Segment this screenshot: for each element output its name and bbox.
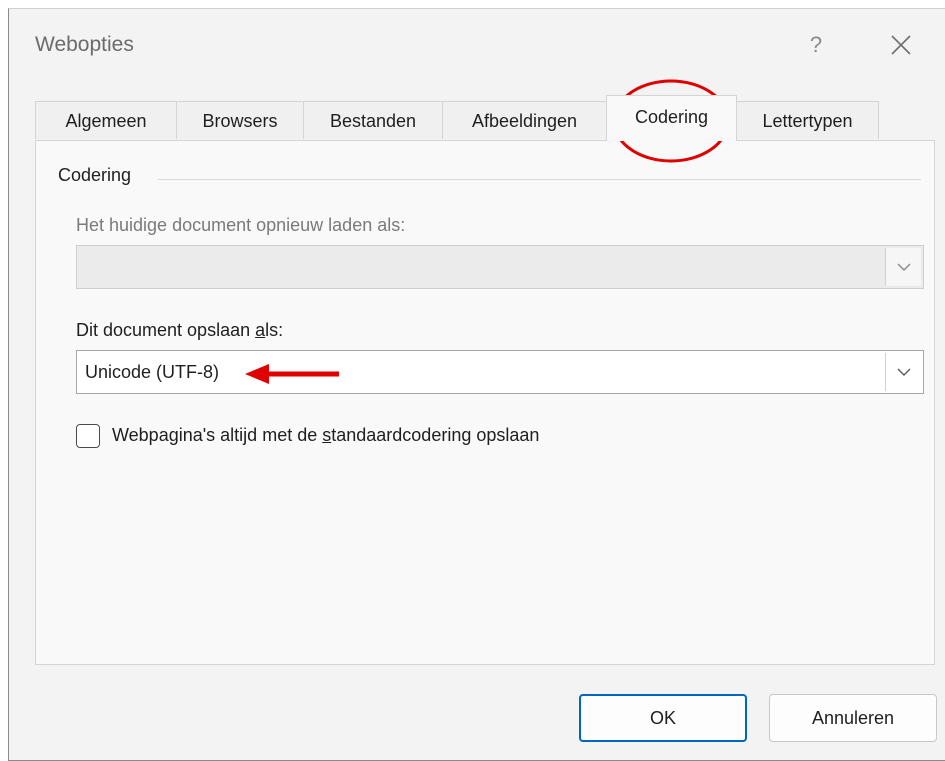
default-encoding-checkbox[interactable] <box>76 424 100 448</box>
checkbox-label-accel: s <box>322 425 332 445</box>
tab-lettertypen[interactable]: Lettertypen <box>736 101 879 139</box>
webopties-dialog: Webopties ? Algemeen Browsers Bestanden … <box>8 8 945 761</box>
save-encoding-dropdown[interactable]: Unicode (UTF-8) <box>76 350 924 394</box>
tab-bestanden[interactable]: Bestanden <box>303 101 443 139</box>
save-dropdown-button[interactable] <box>885 353 921 391</box>
dialog-title: Webopties <box>35 33 134 56</box>
help-button[interactable]: ? <box>801 29 831 61</box>
annotation-arrow <box>245 364 339 384</box>
tab-afbeeldingen[interactable]: Afbeeldingen <box>442 101 607 139</box>
tab-browsers[interactable]: Browsers <box>176 101 304 139</box>
save-as-label-text: Dit document opslaan <box>76 320 256 340</box>
close-icon <box>891 35 911 55</box>
checkbox-label-rest: tandaardcodering opslaan <box>331 425 540 445</box>
reload-dropdown-button <box>885 248 921 286</box>
reload-encoding-dropdown <box>76 245 924 289</box>
group-divider <box>158 179 921 180</box>
chevron-down-icon <box>897 263 911 271</box>
cancel-button[interactable]: Annuleren <box>769 694 937 742</box>
save-as-label: Dit document opslaan als: <box>76 320 283 341</box>
save-as-label-accel: a <box>255 320 266 340</box>
group-label-codering: Codering <box>58 165 132 185</box>
tab-algemeen[interactable]: Algemeen <box>35 101 177 139</box>
codering-panel: Codering Het huidige document opnieuw la… <box>35 140 935 665</box>
close-button[interactable] <box>887 31 915 59</box>
checkbox-label-text: Webpagina's altijd met de <box>112 425 323 445</box>
save-encoding-value: Unicode (UTF-8) <box>85 362 220 382</box>
chevron-down-icon <box>897 368 911 376</box>
default-encoding-checkbox-label: Webpagina's altijd met de standaardcoder… <box>112 425 539 446</box>
save-as-label-rest: ls: <box>265 320 284 340</box>
tab-codering[interactable]: Codering <box>606 95 737 141</box>
ok-button[interactable]: OK <box>579 694 747 742</box>
reload-as-label: Het huidige document opnieuw laden als: <box>76 215 406 235</box>
